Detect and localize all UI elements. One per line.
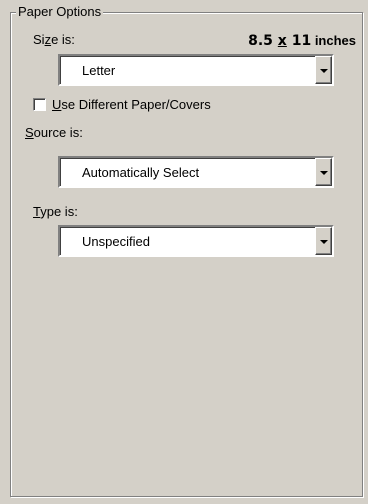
size-dropdown[interactable]: Letter (58, 54, 334, 86)
type-dropdown[interactable]: Unspecified (58, 225, 334, 257)
size-label: Size is: (33, 32, 75, 47)
chevron-down-icon (320, 171, 328, 175)
source-label: Source is: (25, 125, 83, 140)
paper-options-legend: Paper Options (16, 4, 104, 20)
type-dropdown-button[interactable] (315, 227, 332, 255)
type-selected-value: Unspecified (82, 234, 150, 249)
chevron-down-icon (320, 240, 328, 244)
size-selected-value: Letter (82, 63, 116, 78)
use-different-paper-checkbox[interactable] (33, 98, 46, 111)
use-different-paper-label[interactable]: Use Different Paper/Covers (52, 97, 211, 113)
size-dropdown-button[interactable] (315, 56, 332, 84)
chevron-down-icon (320, 69, 328, 73)
source-selected-value: Automatically Select (82, 165, 200, 180)
source-dropdown-button[interactable] (315, 158, 332, 186)
type-label: Type is: (33, 204, 78, 219)
source-dropdown[interactable]: Automatically Select (58, 156, 334, 188)
paper-dimensions: 8.5 x 11 inches (248, 33, 356, 49)
